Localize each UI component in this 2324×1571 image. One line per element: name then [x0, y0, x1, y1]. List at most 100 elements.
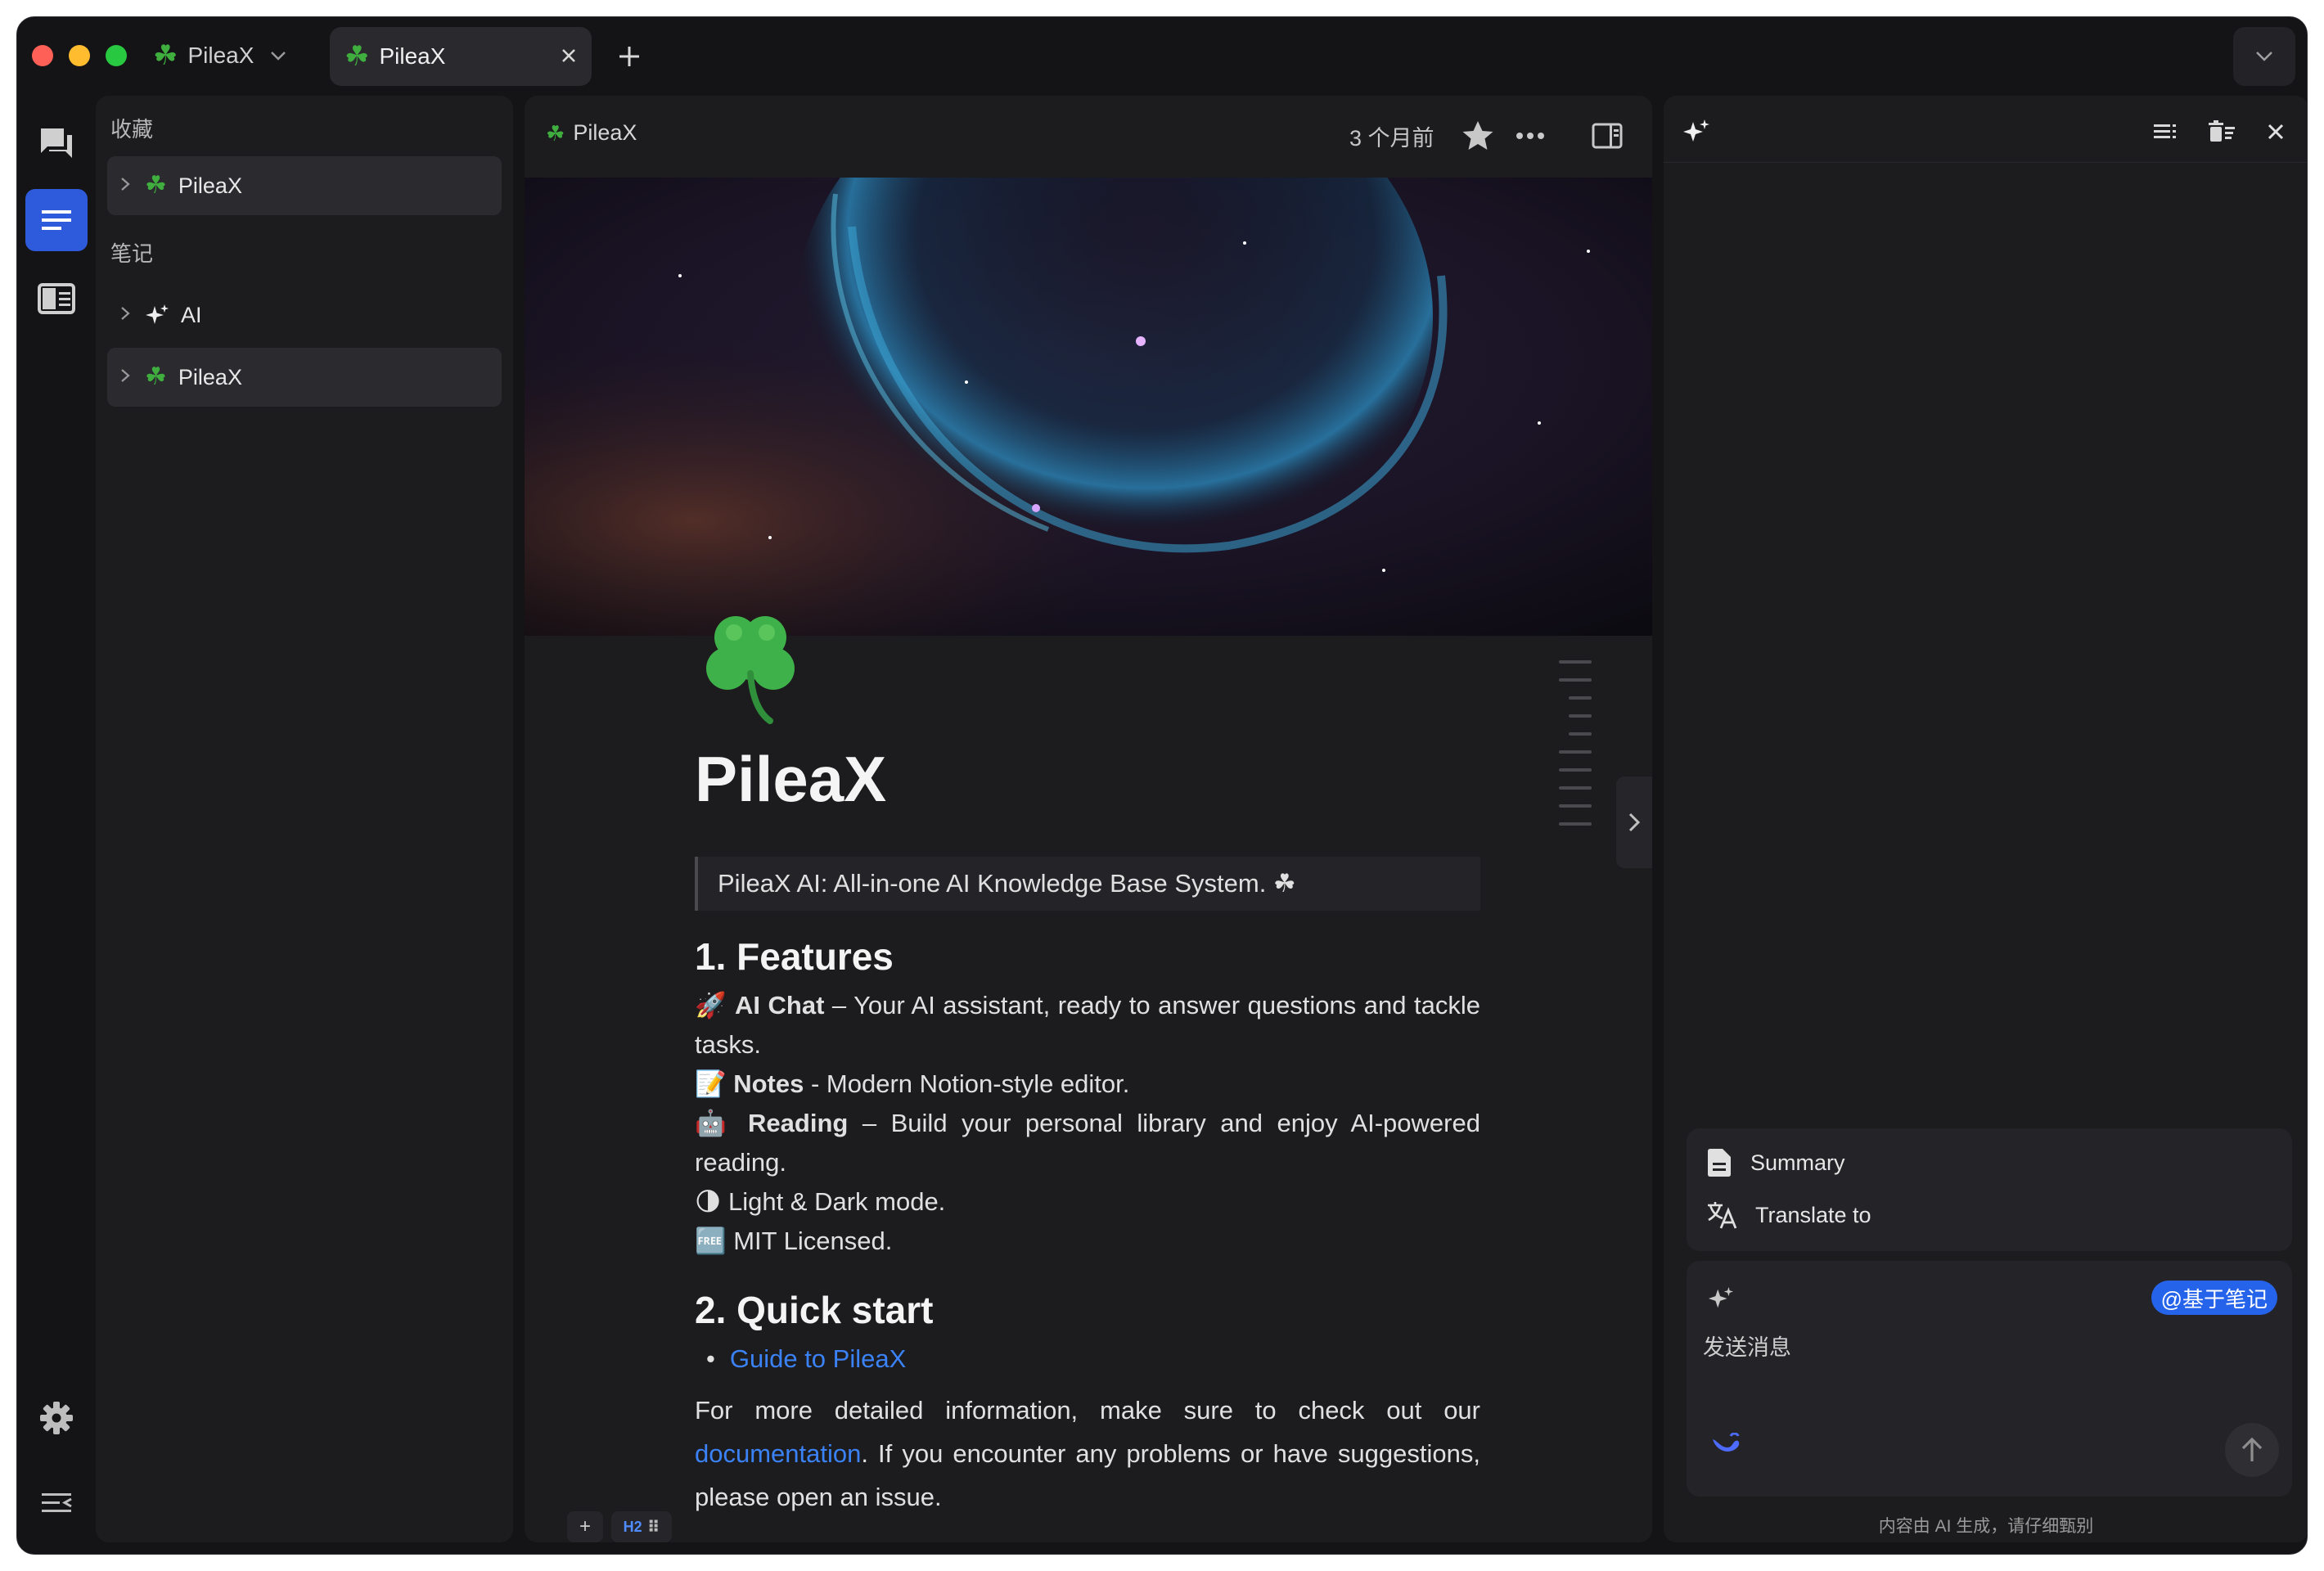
moon-icon: 🌗 [695, 1187, 722, 1216]
add-block-button[interactable]: + [567, 1511, 603, 1542]
sidebar-item-ai[interactable]: AI [107, 286, 502, 344]
documentation-link[interactable]: documentation [695, 1439, 861, 1468]
reader-icon [38, 283, 75, 314]
clover-icon: ☘ [145, 172, 167, 199]
note-content[interactable]: PileaX AI: All-in-one AI Knowledge Base … [695, 857, 1480, 1519]
list-item: • Guide to PileaX [695, 1339, 1480, 1379]
context-chip[interactable]: @基于笔记 [2151, 1281, 2277, 1315]
list-icon [2154, 124, 2176, 138]
chat-input-box[interactable]: @基于笔记 发送消息 [1687, 1261, 2292, 1497]
ai-panel-header [1664, 96, 2307, 163]
feature-bold-label: Reading [748, 1109, 849, 1137]
settings-button[interactable] [25, 1387, 88, 1449]
expand-outline-button[interactable] [1616, 776, 1652, 868]
delete-icon [2209, 120, 2235, 142]
clover-icon: ☘ [345, 41, 370, 72]
tab-pileax[interactable]: ☘ PileaX [330, 27, 592, 86]
updated-time: 3 个月前 [1349, 126, 1434, 151]
feature-text: MIT Licensed. [733, 1227, 893, 1255]
sidebar: 收藏 ☘ PileaX 笔记 AI ☘ PileaX [96, 96, 513, 1542]
favorite-star-button[interactable] [1459, 117, 1497, 155]
cover-image[interactable] [525, 178, 1652, 636]
workspace-switcher[interactable]: ☘ PileaX [153, 35, 286, 76]
intro-quote[interactable]: PileaX AI: All-in-one AI Knowledge Base … [695, 857, 1480, 911]
app-window: ☘ PileaX ☘ PileaX 收藏 ☘ PileaX 笔记 AI ☘ Pi… [16, 16, 2308, 1555]
breadcrumb[interactable]: ☘ PileaX [546, 120, 637, 146]
memo-icon: 📝 [695, 1069, 727, 1098]
sidebar-item-label: PileaX [178, 364, 242, 389]
ai-sparkle-icon [1708, 1285, 1734, 1316]
notes-icon [42, 210, 71, 230]
gear-icon [40, 1402, 73, 1434]
chevron-right-icon[interactable] [120, 175, 133, 196]
model-selector-button[interactable] [1711, 1432, 1741, 1460]
chevron-right-icon[interactable] [120, 304, 133, 326]
drag-handle-icon[interactable]: ⠿ [647, 1517, 660, 1537]
clover-icon: ☘ [546, 120, 565, 146]
chat-icon [41, 128, 72, 158]
chevron-right-icon[interactable] [120, 367, 133, 388]
feature-text: Light & Dark mode. [727, 1187, 946, 1216]
editor-pane: ☘ PileaX 3 个月前 PileaX PileaX AI: All-in-… [525, 96, 1652, 1542]
chevron-down-icon [2256, 52, 2272, 61]
translate-label: Translate to [1755, 1202, 1871, 1227]
arrow-up-icon [2241, 1437, 2263, 1461]
block-type-button[interactable]: H2 ⠿ [611, 1511, 672, 1542]
translate-action[interactable]: Translate to [1706, 1189, 2272, 1241]
feature-license[interactable]: 🆓 MIT Licensed. [695, 1222, 1480, 1261]
translate-icon [1708, 1202, 1737, 1229]
workspace-name: PileaX [187, 43, 254, 68]
collapse-icon [42, 1493, 72, 1512]
paragraph-text: For more detailed information, make sure… [695, 1396, 1480, 1425]
notes-nav-button[interactable] [25, 189, 88, 251]
title-bar: ☘ PileaX ☘ PileaX [17, 17, 2307, 96]
feature-text: - Modern Notion-style editor. [804, 1069, 1130, 1098]
ai-sparkle-icon [1680, 115, 1713, 148]
sidebar-item-favorite-pileax[interactable]: ☘ PileaX [107, 156, 502, 215]
history-list-button[interactable] [2150, 115, 2182, 148]
close-tab-icon[interactable] [561, 43, 577, 70]
star-icon [1462, 121, 1493, 150]
favorites-title: 收藏 [110, 117, 154, 142]
chevron-down-icon [270, 45, 286, 66]
feature-reading[interactable]: 🤖 Reading – Build your personal library … [695, 1104, 1480, 1182]
tab-list-dropdown[interactable] [2233, 27, 2295, 86]
send-button[interactable] [2225, 1423, 2279, 1477]
new-tab-button[interactable] [610, 37, 649, 76]
summary-label: Summary [1750, 1150, 1845, 1175]
ai-disclaimer: 内容由 AI 生成，请仔细甄别 [1878, 1517, 2094, 1536]
four-leaf-clover-icon [706, 616, 795, 724]
reader-nav-button[interactable] [25, 268, 88, 330]
heading-features[interactable]: 1. Features [695, 932, 1480, 981]
close-icon [2268, 124, 2284, 140]
minimize-window-button[interactable] [69, 45, 90, 66]
document-icon [1708, 1149, 1731, 1177]
feature-theme[interactable]: 🌗 Light & Dark mode. [695, 1182, 1480, 1222]
more-options-button[interactable] [1511, 117, 1549, 155]
editor-header: ☘ PileaX 3 个月前 [525, 96, 1652, 178]
heading-quick-start[interactable]: 2. Quick start [695, 1285, 1480, 1335]
summary-action[interactable]: Summary [1706, 1137, 2272, 1189]
close-ai-panel-button[interactable] [2259, 115, 2292, 148]
clear-chat-button[interactable] [2205, 115, 2238, 148]
info-paragraph[interactable]: For more detailed information, make sure… [695, 1389, 1480, 1519]
sidebar-item-note-pileax[interactable]: ☘ PileaX [107, 348, 502, 407]
close-window-button[interactable] [32, 45, 53, 66]
bullet-icon: • [706, 1344, 715, 1373]
feature-bold-label: Notes [733, 1069, 804, 1098]
page-title[interactable]: PileaX [695, 742, 886, 817]
message-input[interactable]: 发送消息 [1703, 1330, 1791, 1362]
left-rail [17, 96, 96, 1554]
feature-ai-chat[interactable]: 🚀 AI Chat – Your AI assistant, ready to … [695, 986, 1480, 1065]
toggle-ai-panel-button[interactable] [1588, 117, 1626, 155]
maximize-window-button[interactable] [106, 45, 127, 66]
guide-link[interactable]: Guide to PileaX [730, 1339, 906, 1379]
feature-bold-label: AI Chat [735, 991, 825, 1020]
block-toolbar: + H2 ⠿ [567, 1511, 672, 1542]
feature-notes[interactable]: 📝 Notes - Modern Notion-style editor. [695, 1065, 1480, 1104]
notes-title: 笔记 [110, 241, 154, 266]
table-of-contents-indicator[interactable] [1559, 660, 1592, 840]
chat-nav-button[interactable] [25, 112, 88, 174]
collapse-sidebar-button[interactable] [25, 1472, 88, 1534]
page-icon[interactable] [685, 598, 816, 729]
